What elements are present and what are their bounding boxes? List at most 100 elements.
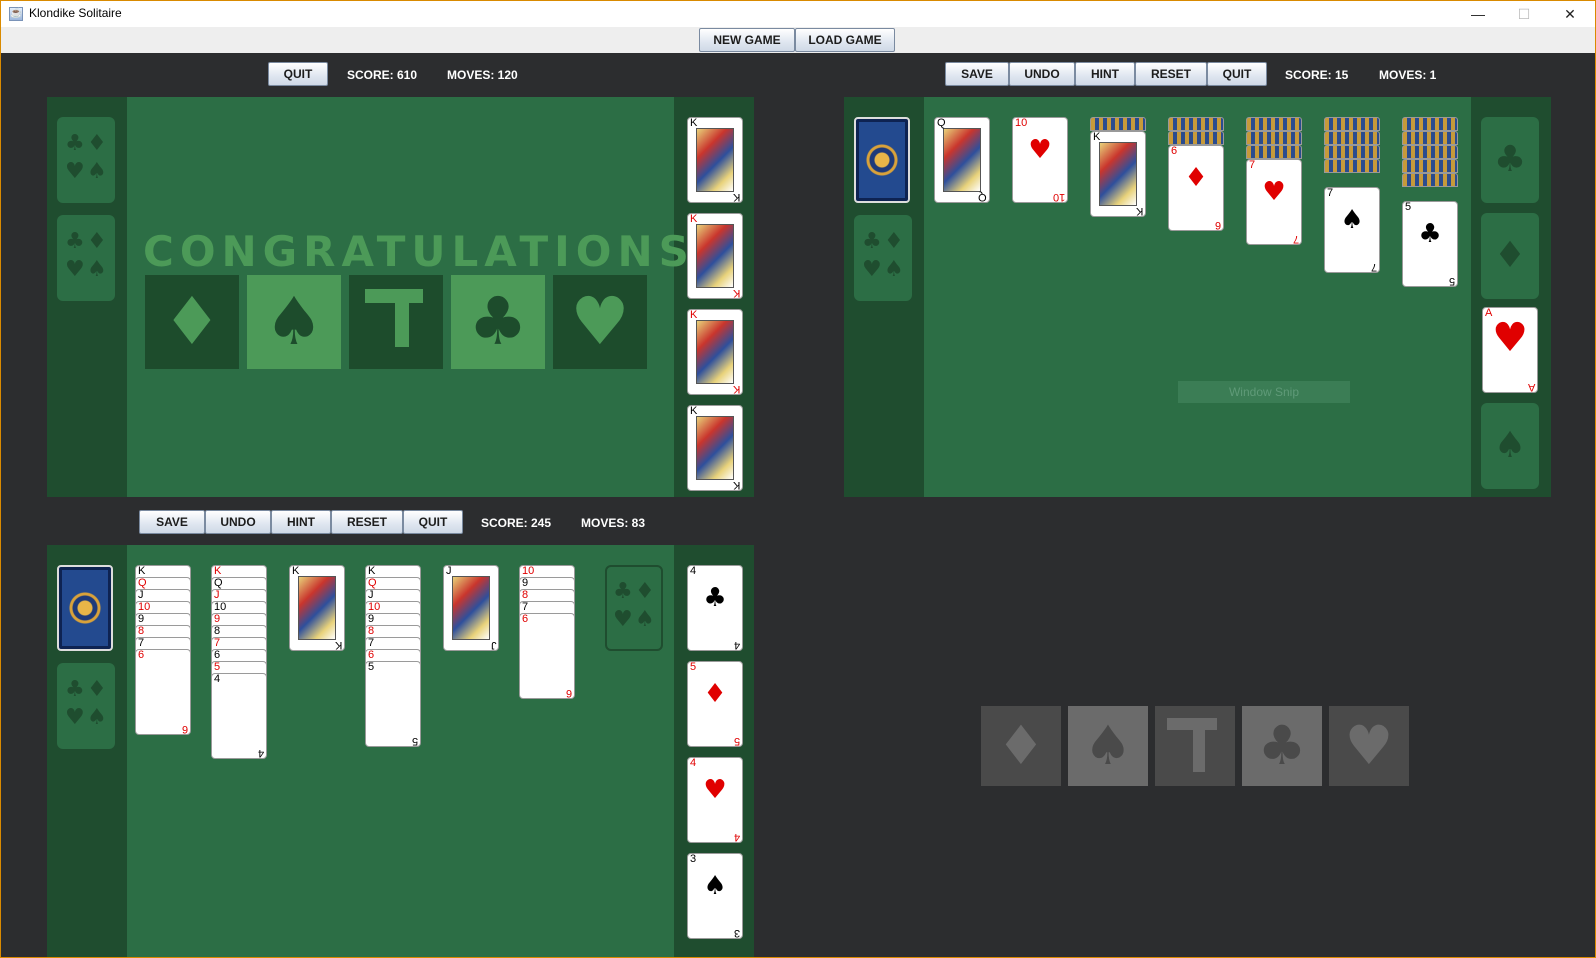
card-rank: 8 (138, 625, 145, 637)
game2-tableau-card[interactable]: 10 ♥ 10 (1012, 117, 1068, 203)
card-rank: 6 (181, 723, 188, 735)
game3-hint-button[interactable]: HINT (271, 510, 331, 534)
game2-tableau-card[interactable]: 5 ♣ 5 (1402, 201, 1458, 287)
game1-board: ♣ ♦ ♥ ♠ ♣ ♦ ♥ ♠ CONGRATULATIONS! ♦ ♠ ♣ ♥ K K (47, 97, 754, 497)
card-rank: 7 (1327, 187, 1334, 199)
game1-score: SCORE: 610 (347, 68, 418, 82)
face-down-card (1324, 117, 1380, 131)
game2-tableau-card[interactable]: 6 ♦ 6 (1168, 145, 1224, 231)
game2-undo-button[interactable]: UNDO (1009, 62, 1075, 86)
game2-hint-button[interactable]: HINT (1075, 62, 1135, 86)
game3-quit-button[interactable]: QUIT (403, 510, 463, 534)
card-rank: 5 (733, 735, 740, 747)
game2-tableau-card[interactable]: 7 ♥ 7 (1246, 159, 1302, 245)
new-game-button[interactable]: NEW GAME (699, 28, 795, 52)
face-down-card (1246, 131, 1302, 145)
game1-waste-slot[interactable]: ♣ ♦ ♥ ♠ (57, 215, 115, 301)
card-rank: 8 (522, 589, 529, 601)
t-logo-icon (1155, 706, 1235, 786)
close-button[interactable]: ✕ (1547, 1, 1593, 27)
spade-icon: ♠ (1340, 205, 1364, 235)
card-rank: 10 (138, 601, 151, 613)
game3-foundation-card[interactable]: 3 ♠ 3 (687, 853, 743, 939)
diamond-icon: ♦ (703, 679, 727, 709)
foundation-diamonds-slot[interactable]: ♦ (1481, 213, 1539, 299)
card-rank: A (1527, 381, 1535, 393)
card-rank: 5 (690, 661, 697, 673)
game2-tableau-card[interactable]: K K (1090, 131, 1146, 217)
minimize-button[interactable]: — (1455, 1, 1501, 27)
card-rank: 10 (368, 601, 381, 613)
t-logo-icon (349, 275, 443, 369)
game3-undo-button[interactable]: UNDO (205, 510, 271, 534)
card-rank: K (138, 565, 146, 577)
game1-moves: MOVES: 120 (447, 68, 518, 82)
game3-tableau-card[interactable]: KK (289, 565, 345, 651)
game3-tableau-card[interactable]: 66 (519, 613, 575, 699)
card-rank: K (334, 639, 342, 651)
game3-waste-slot[interactable]: ♣ ♦ ♥ ♠ (57, 663, 115, 749)
card-rank: 4 (733, 639, 740, 651)
load-game-button[interactable]: LOAD GAME (795, 28, 895, 52)
foundation-ace-hearts[interactable]: A ♥ A (1482, 307, 1538, 393)
games-area: QUIT SCORE: 610 MOVES: 120 ♣ ♦ ♥ ♠ ♣ ♦ ♥ ♠ C… (1, 53, 1595, 957)
game3-foundation-slot[interactable]: ♣ ♦ ♥ ♠ (605, 565, 663, 651)
club-icon: ♣ (1242, 706, 1322, 786)
game2-reset-button[interactable]: RESET (1135, 62, 1207, 86)
card-rank: J (446, 565, 452, 577)
foundation-spades-slot[interactable]: ♠ (1481, 403, 1539, 489)
card-rank: Q (937, 117, 946, 129)
card-rank: 7 (1249, 159, 1256, 171)
game1-stock-slot[interactable]: ♣ ♦ ♥ ♠ (57, 117, 115, 203)
heart-icon: ♥ (1329, 706, 1409, 786)
face-down-card (1324, 145, 1380, 159)
foundation-king-clubs[interactable]: K K (687, 117, 743, 203)
foundation-king-diamonds[interactable]: K K (687, 213, 743, 299)
card-rank: J (214, 589, 220, 601)
card-rank: K (1135, 205, 1143, 217)
club-icon: ♣ (703, 583, 727, 613)
game3-reset-button[interactable]: RESET (331, 510, 403, 534)
heart-icon: ♥ (703, 775, 727, 805)
game2-save-button[interactable]: SAVE (945, 62, 1009, 86)
game2-board: ♣ ♦ ♥ ♠ Q Q 10 ♥ 10 K K 6 ♦ 6 7 ♥ 7 7 ♠ … (844, 97, 1551, 497)
card-rank: K (690, 117, 698, 129)
face-down-card (1090, 117, 1146, 131)
card-rank: 4 (257, 747, 264, 759)
game3-tableau-card[interactable]: 55 (365, 661, 421, 747)
foundation-king-spades[interactable]: K K (687, 405, 743, 491)
card-rank: 6 (522, 613, 529, 625)
game2-waste-card[interactable]: Q Q (934, 117, 990, 203)
card-rank: K (1093, 131, 1101, 143)
card-rank: 9 (368, 613, 375, 625)
foundation-clubs-slot[interactable]: ♣ (1481, 117, 1539, 203)
card-rank: K (732, 383, 740, 395)
title-bar: ☕ Klondike Solitaire — ☐ ✕ (1, 1, 1595, 27)
card-rank: 10 (1052, 191, 1065, 203)
game2-waste-slot[interactable]: ♣ ♦ ♥ ♠ (854, 215, 912, 301)
game1-quit-button[interactable]: QUIT (268, 62, 328, 86)
game3-tableau-card[interactable]: 44 (211, 673, 267, 759)
face-down-card (1402, 131, 1458, 145)
game3-tableau-card[interactable]: 66 (135, 649, 191, 735)
game3-foundation-card[interactable]: 4 ♣ 4 (687, 565, 743, 651)
foundation-king-hearts[interactable]: K K (687, 309, 743, 395)
game3-foundation-card[interactable]: 5 ♦ 5 (687, 661, 743, 747)
card-rank: Q (978, 191, 987, 203)
card-rank: K (690, 309, 698, 321)
maximize-button[interactable]: ☐ (1501, 1, 1547, 27)
club-icon: ♣ (451, 275, 545, 369)
card-rank: K (368, 565, 376, 577)
game2-tableau-card[interactable]: 7 ♠ 7 (1324, 187, 1380, 273)
card-rank: 7 (368, 637, 375, 649)
game3-foundation-card[interactable]: 4 ♥ 4 (687, 757, 743, 843)
heart-icon: ♥ (1262, 177, 1286, 207)
game3-stock-pile[interactable] (57, 565, 113, 651)
card-rank: 10 (214, 601, 227, 613)
game3-save-button[interactable]: SAVE (139, 510, 205, 534)
club-icon: ♣ (1418, 219, 1442, 249)
game2-stock-pile[interactable] (854, 117, 910, 203)
card-rank: K (214, 565, 222, 577)
game2-quit-button[interactable]: QUIT (1207, 62, 1267, 86)
game3-tableau-card[interactable]: JJ (443, 565, 499, 651)
